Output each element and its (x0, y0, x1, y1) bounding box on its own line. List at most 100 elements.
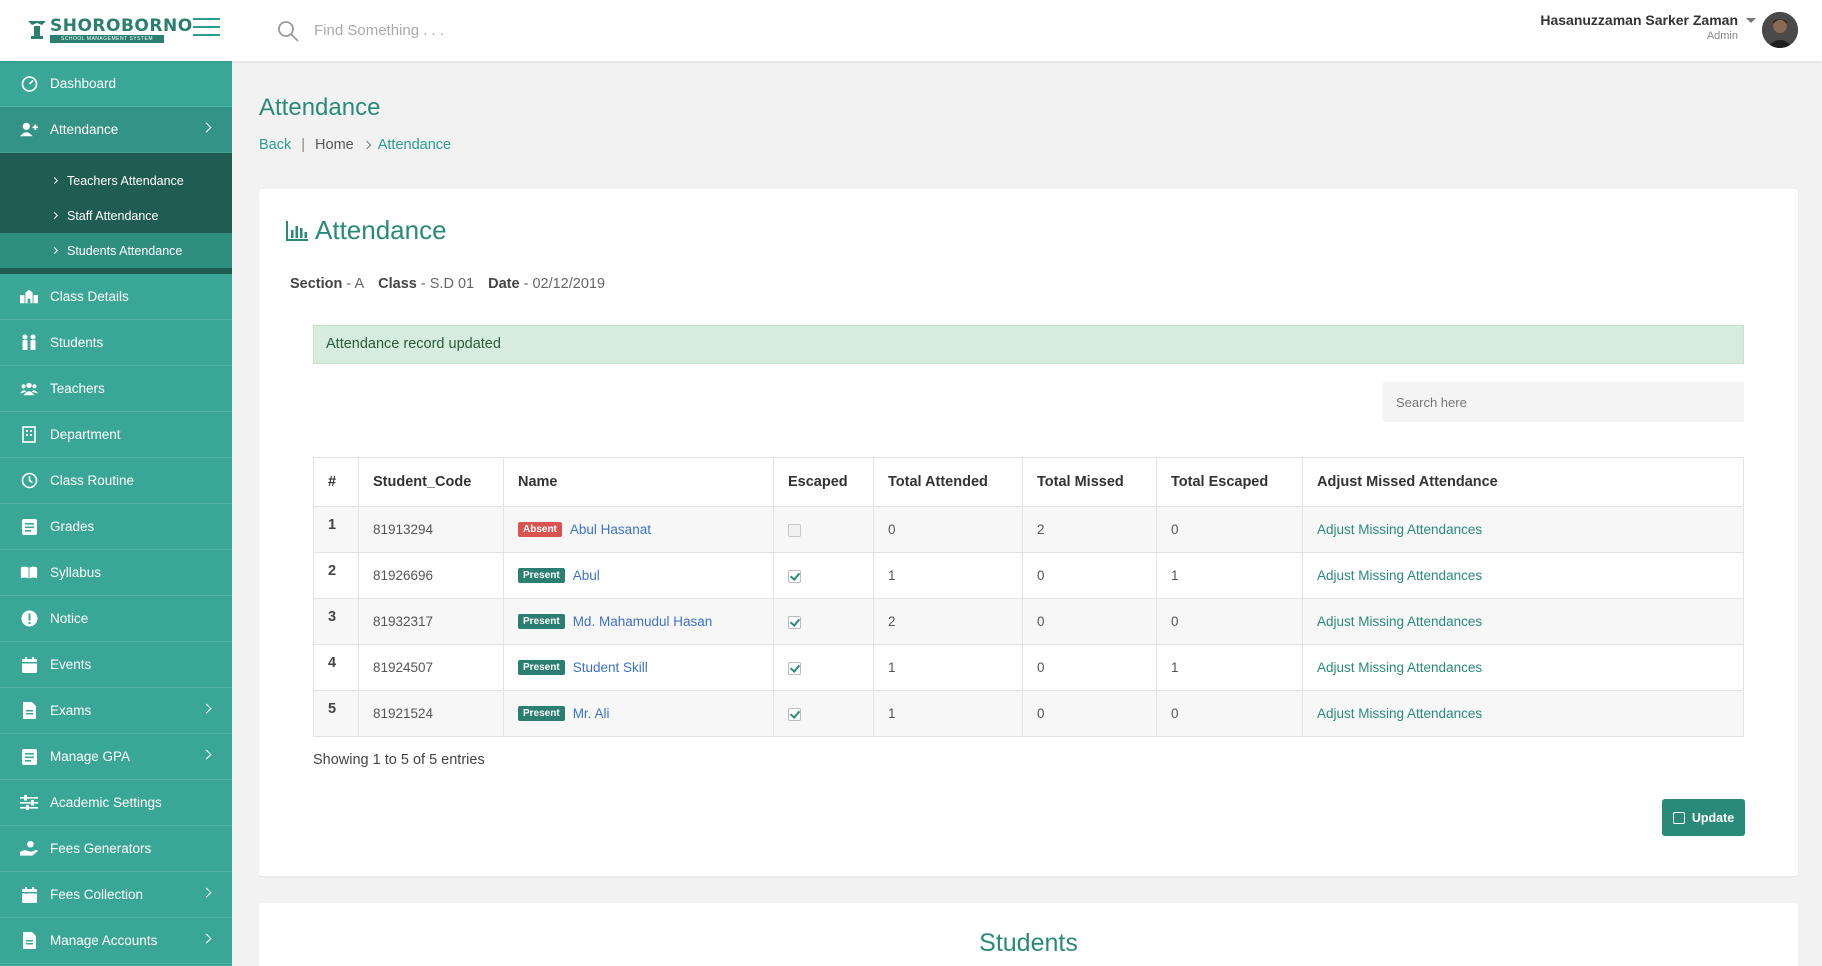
sidebar-item-manage-accounts[interactable]: Manage Accounts (0, 918, 232, 964)
sidebar-item-label: Syllabus (50, 565, 102, 580)
adjust-missing-link[interactable]: Adjust Missing Attendances (1317, 660, 1482, 675)
search-icon (278, 21, 299, 42)
escaped-checkbox[interactable] (788, 523, 801, 537)
column-header[interactable]: Total Escaped (1156, 457, 1303, 507)
sidebar-item-academic-settings[interactable]: Academic Settings (0, 780, 232, 826)
column-header[interactable]: Adjust Missed Attendance (1302, 457, 1744, 507)
total-missed: 0 (1022, 644, 1157, 691)
escaped-checkbox[interactable] (788, 569, 801, 583)
sidebar-subitem-teachers-attendance[interactable]: Teachers Attendance (0, 163, 232, 198)
column-header[interactable]: Student_Code (358, 457, 504, 507)
menu-toggle-button[interactable] (193, 18, 220, 40)
sidebar-item-dashboard[interactable]: Dashboard (0, 61, 232, 107)
sidebar-item-events[interactable]: Events (0, 642, 232, 688)
attendance-table: # Student_Code Name Escaped Total Attend… (313, 457, 1744, 737)
sidebar-item-label: Exams (50, 703, 92, 718)
table-search-input[interactable] (1383, 382, 1744, 422)
student-code: 81924507 (358, 644, 504, 691)
breadcrumb-current[interactable]: Attendance (378, 137, 451, 153)
sidebar-item-syllabus[interactable]: Syllabus (0, 550, 232, 596)
adjust-missing-link[interactable]: Adjust Missing Attendances (1317, 706, 1482, 721)
sidebar-item-fees-collection[interactable]: Fees Collection (0, 872, 232, 918)
table-header-row: # Student_Code Name Escaped Total Attend… (313, 457, 1744, 507)
student-name-link[interactable]: Abul (573, 568, 600, 583)
escaped-cell (773, 506, 874, 553)
sidebar-subitem-staff-attendance[interactable]: Staff Attendance (0, 198, 232, 233)
students-card-title: Students (979, 929, 1078, 957)
column-header[interactable]: Escaped (773, 457, 874, 507)
update-button[interactable]: Update (1662, 799, 1745, 836)
chevron-right-icon (201, 703, 212, 714)
total-missed: 0 (1022, 552, 1157, 599)
user-menu[interactable]: Hasanuzzaman Sarker Zaman Admin (1540, 12, 1738, 42)
sidebar-item-manage-gpa[interactable]: Manage GPA (0, 734, 232, 780)
hand-coin-icon (20, 840, 38, 858)
class-label: Class (378, 276, 417, 292)
escaped-checkbox[interactable] (788, 615, 801, 629)
student-name-cell: Absent Abul Hasanat (503, 506, 774, 553)
file-icon (20, 748, 38, 766)
total-attended: 1 (873, 690, 1023, 737)
sidebar-subitem-students-attendance[interactable]: Students Attendance (0, 233, 232, 268)
chevron-right-icon (201, 122, 212, 133)
page-title: Attendance (259, 94, 381, 121)
adjust-missing-link[interactable]: Adjust Missing Attendances (1317, 522, 1482, 537)
sidebar-item-exams[interactable]: Exams (0, 688, 232, 734)
adjust-missing-link[interactable]: Adjust Missing Attendances (1317, 614, 1482, 629)
sidebar-item-notice[interactable]: Notice (0, 596, 232, 642)
sidebar-item-label: Students (50, 335, 104, 350)
logo-text: SHOROBORNO (50, 16, 193, 36)
sidebar-subitem-label: Staff Attendance (67, 208, 159, 223)
chevron-right-icon (201, 887, 212, 898)
escaped-checkbox[interactable] (788, 661, 801, 675)
top-bar: SHOROBORNO SCHOOL MANAGEMENT SYSTEM Hasa… (0, 0, 1822, 61)
sidebar-item-grades[interactable]: Grades (0, 504, 232, 550)
sidebar-item-class-details[interactable]: Class Details (0, 274, 232, 320)
escaped-cell (773, 644, 874, 691)
breadcrumb-separator: | (301, 137, 306, 153)
table-row: 3 81932317 Present Md. Mahamudul Hasan 2 … (313, 598, 1744, 645)
total-missed: 2 (1022, 506, 1157, 553)
row-index: 1 (313, 506, 359, 553)
column-header[interactable]: Name (503, 457, 774, 507)
sidebar: Dashboard Attendance Teachers Attendance… (0, 61, 232, 966)
caret-down-icon[interactable] (1746, 18, 1756, 23)
column-header[interactable]: # (313, 457, 359, 507)
student-code: 81921524 (358, 690, 504, 737)
logo[interactable]: SHOROBORNO SCHOOL MANAGEMENT SYSTEM (26, 14, 192, 46)
global-search-input[interactable] (314, 18, 634, 42)
student-name-link[interactable]: Student Skill (573, 660, 648, 675)
student-name-link[interactable]: Mr. Ali (573, 706, 610, 721)
escaped-checkbox[interactable] (788, 707, 801, 721)
sidebar-item-attendance[interactable]: Attendance (0, 107, 232, 153)
chevron-right-icon (201, 749, 212, 760)
calendar-icon (20, 656, 38, 674)
total-attended: 2 (873, 598, 1023, 645)
chevron-right-icon (362, 140, 371, 150)
sidebar-item-students[interactable]: Students (0, 320, 232, 366)
table-row: 2 81926696 Present Abul 1 0 1 Adjust Miss… (313, 552, 1744, 599)
sidebar-item-teachers[interactable]: Teachers (0, 366, 232, 412)
breadcrumb-home[interactable]: Home (315, 137, 354, 153)
sidebar-item-fees-generators[interactable]: Fees Generators (0, 826, 232, 872)
sidebar-item-department[interactable]: Department (0, 412, 232, 458)
adjust-cell: Adjust Missing Attendances (1302, 690, 1744, 737)
sidebar-item-class-routine[interactable]: Class Routine (0, 458, 232, 504)
hamburger-line (193, 26, 220, 28)
adjust-missing-link[interactable]: Adjust Missing Attendances (1317, 568, 1482, 583)
row-index: 4 (313, 644, 359, 691)
student-name-link[interactable]: Abul Hasanat (570, 522, 651, 537)
user-name: Hasanuzzaman Sarker Zaman (1540, 12, 1738, 28)
column-header[interactable]: Total Missed (1022, 457, 1157, 507)
total-escaped: 1 (1156, 552, 1303, 599)
column-header[interactable]: Total Attended (873, 457, 1023, 507)
status-badge: Present (518, 660, 565, 676)
avatar[interactable] (1762, 12, 1798, 48)
back-link[interactable]: Back (259, 137, 291, 153)
breadcrumb: Back | Home Attendance (259, 137, 451, 153)
file-icon (20, 932, 38, 950)
student-name-link[interactable]: Md. Mahamudul Hasan (573, 614, 713, 629)
student-name-cell: Present Student Skill (503, 644, 774, 691)
chevron-right-icon (50, 246, 59, 255)
total-missed: 0 (1022, 690, 1157, 737)
